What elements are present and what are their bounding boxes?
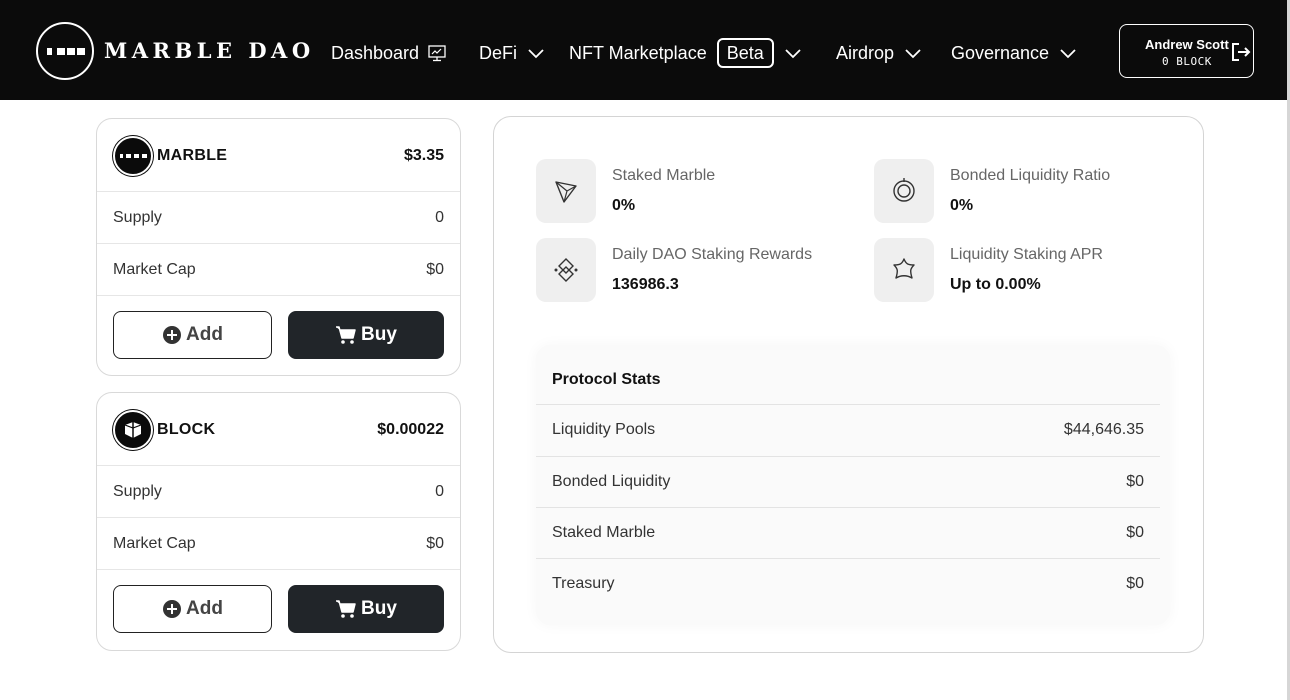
protocol-row-bonded-liquidity: Bonded Liquidity $0: [536, 456, 1160, 508]
stat-value: Up to 0.00%: [950, 276, 1041, 293]
row-value: $44,646.35: [1063, 421, 1144, 438]
stat-value: 136986.3: [612, 276, 679, 293]
stat-label: Staked Marble: [612, 167, 716, 184]
row-label: Staked Marble: [552, 524, 656, 541]
logout-icon[interactable]: [1230, 41, 1252, 63]
row-label: Treasury: [552, 575, 615, 592]
block-token-icon: [113, 410, 153, 450]
nav-label: Dashboard: [331, 42, 420, 63]
cart-icon: [336, 326, 356, 344]
user-name: Andrew Scott: [1145, 37, 1229, 52]
star-badge-icon: [874, 238, 934, 302]
nav-label: Governance: [951, 42, 1050, 63]
token-card-marble: MARBLE $3.35 Supply 0 Market Cap $0 Add …: [96, 118, 461, 376]
protocol-row-staked-marble: Staked Marble $0: [536, 507, 1160, 559]
marble-token-icon: [113, 136, 153, 176]
nav-item-airdrop[interactable]: Airdrop: [836, 40, 922, 66]
nav-label: Airdrop: [836, 42, 895, 63]
supply-row: Supply 0: [97, 466, 460, 518]
row-label: Bonded Liquidity: [552, 473, 671, 490]
chevron-down-icon: [785, 49, 801, 59]
diamond-link-icon: [536, 238, 596, 302]
chevron-down-icon: [1060, 49, 1076, 59]
market-cap-label: Market Cap: [113, 261, 196, 278]
beta-badge: Beta: [716, 38, 774, 68]
buy-token-button[interactable]: Buy: [288, 585, 444, 633]
protocol-row-liquidity-pools: Liquidity Pools $44,646.35: [536, 404, 1160, 456]
add-token-button[interactable]: Add: [113, 311, 272, 359]
add-label: Add: [186, 598, 223, 619]
token-price: $3.35: [403, 147, 444, 164]
row-label: Liquidity Pools: [552, 421, 656, 438]
row-value: $0: [1126, 524, 1144, 541]
market-cap-row: Market Cap $0: [97, 244, 460, 296]
supply-value: 0: [435, 209, 444, 226]
nav-label: NFT Marketplace: [569, 42, 707, 63]
chevron-down-icon: [528, 49, 544, 59]
buy-label: Buy: [361, 598, 397, 619]
brand-name[interactable]: MARBLE DAO: [104, 38, 315, 63]
market-cap-value: $0: [426, 261, 444, 278]
token-card-block: BLOCK $0.00022 Supply 0 Market Cap $0 Ad…: [96, 392, 461, 651]
protocol-row-treasury: Treasury $0: [536, 558, 1160, 610]
add-label: Add: [186, 324, 223, 345]
protocol-stats-card: Protocol Stats Liquidity Pools $44,646.3…: [536, 345, 1170, 625]
supply-label: Supply: [113, 209, 162, 226]
token-header: MARBLE $3.35: [97, 119, 460, 192]
token-name: MARBLE: [157, 147, 228, 164]
nav-item-governance[interactable]: Governance: [951, 40, 1077, 66]
top-navbar: MARBLE DAO Dashboard DeFi NFT Marketplac…: [0, 0, 1287, 100]
stat-label: Daily DAO Staking Rewards: [612, 246, 813, 263]
row-value: $0: [1126, 575, 1144, 592]
nav-item-dashboard[interactable]: Dashboard: [331, 40, 447, 66]
plus-circle-icon: [163, 600, 182, 618]
user-account-button[interactable]: Andrew Scott 0 BLOCK: [1119, 24, 1254, 78]
stat-value: 0%: [950, 197, 974, 214]
add-token-button[interactable]: Add: [113, 585, 272, 633]
stat-staked-marble: Staked Marble 0%: [536, 159, 836, 223]
cart-icon: [336, 600, 356, 618]
monitor-icon: [428, 45, 446, 62]
market-cap-row: Market Cap $0: [97, 518, 460, 570]
rings-icon: [874, 159, 934, 223]
buy-label: Buy: [361, 324, 397, 345]
row-value: $0: [1126, 473, 1144, 490]
nav-label: DeFi: [479, 42, 518, 63]
stat-value: 0%: [612, 197, 636, 214]
buy-token-button[interactable]: Buy: [288, 311, 444, 359]
supply-row: Supply 0: [97, 192, 460, 244]
stat-daily-dao-staking-rewards: Daily DAO Staking Rewards 136986.3: [536, 238, 836, 302]
tron-icon: [536, 159, 596, 223]
stat-label: Bonded Liquidity Ratio: [950, 167, 1111, 184]
user-balance: 0 BLOCK: [1162, 55, 1212, 68]
marble-dao-logo-icon[interactable]: [36, 22, 94, 80]
protocol-stats-title: Protocol Stats: [552, 371, 661, 388]
plus-circle-icon: [163, 326, 182, 344]
market-cap-value: $0: [426, 535, 444, 552]
supply-label: Supply: [113, 483, 162, 500]
stat-bonded-liquidity-ratio: Bonded Liquidity Ratio 0%: [874, 159, 1174, 223]
market-cap-label: Market Cap: [113, 535, 196, 552]
chevron-down-icon: [905, 49, 921, 59]
supply-value: 0: [435, 483, 444, 500]
nav-item-nft-marketplace[interactable]: NFT Marketplace Beta: [569, 38, 802, 68]
nav-item-defi[interactable]: DeFi: [479, 40, 545, 66]
token-name: BLOCK: [157, 421, 216, 438]
stat-label: Liquidity Staking APR: [950, 246, 1103, 263]
stat-liquidity-staking-apr: Liquidity Staking APR Up to 0.00%: [874, 238, 1174, 302]
token-header: BLOCK $0.00022: [97, 393, 460, 466]
token-price: $0.00022: [377, 421, 444, 438]
